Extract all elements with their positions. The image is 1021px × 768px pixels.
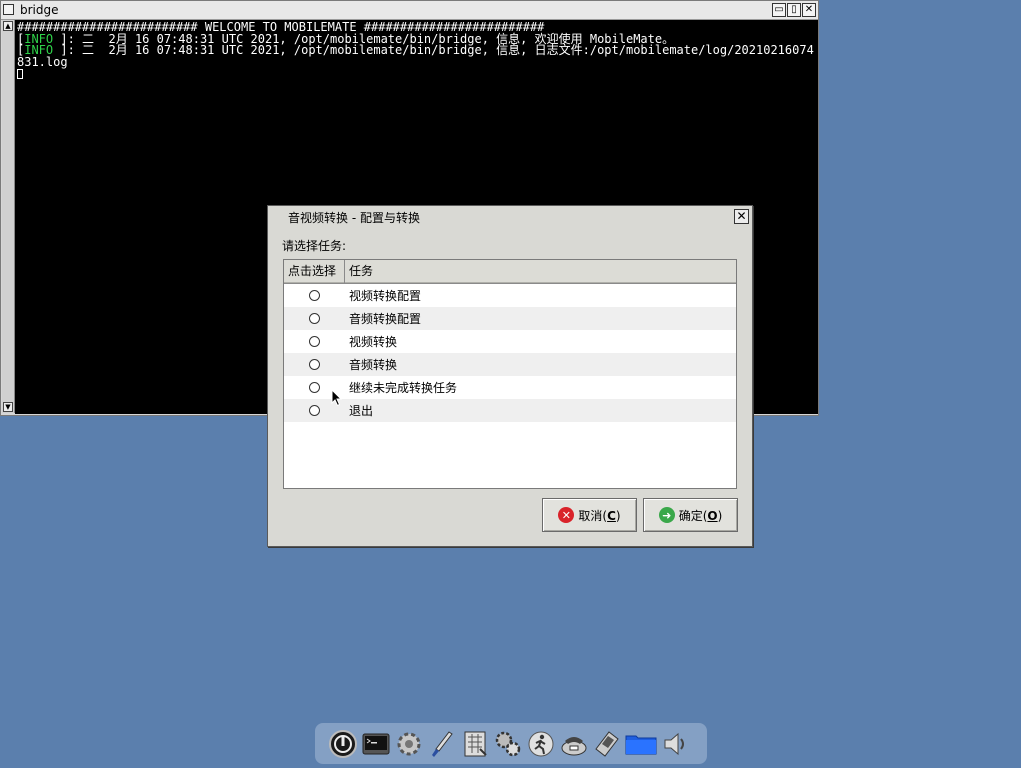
column-header-select[interactable]: 点击选择 [284,260,345,283]
dialog-prompt: 请选择任务: [282,239,347,253]
terminal-log-line: [INFO ]: 二 2月 16 07:48:31 UTC 2021, /opt… [17,43,816,69]
terminal-icon[interactable] [360,728,391,759]
mobile-phone-icon[interactable] [591,728,622,759]
brush-icon[interactable] [426,728,457,759]
task-row[interactable]: 视频转换 [284,330,736,353]
task-label: 音频转换 [349,358,398,372]
task-radio[interactable] [309,290,320,301]
dialog-title: 音视频转换 - 配置与转换 [288,211,420,225]
terminal-scrollbar[interactable]: ▲ ▼ [2,20,15,413]
task-row[interactable]: 退出 [284,399,736,422]
radio-cell [284,313,345,324]
task-row[interactable]: 视频转换配置 [284,284,736,307]
dialog-titlebar[interactable]: 音视频转换 - 配置与转换 ✕ [268,206,752,227]
log-message: ]: 二 2月 16 07:48:31 UTC 2021, /opt/mobil… [17,43,814,69]
task-list-header: 点击选择 任务 [284,260,736,284]
folder-icon[interactable] [624,728,658,759]
gears-icon[interactable] [492,728,523,759]
settings-gear-icon[interactable] [393,728,424,759]
task-dialog: 音视频转换 - 配置与转换 ✕ 请选择任务: 点击选择 任务 视频转换配置 音频… [267,205,753,547]
maximize-button[interactable]: ▯ [787,3,801,17]
speaker-icon[interactable] [660,728,691,759]
ok-label: 确定(O) [678,508,723,523]
radio-cell [284,359,345,370]
cancel-mnemonic: C [607,508,616,523]
mouse-pointer-icon [331,389,343,407]
task-row[interactable]: 音频转换 [284,353,736,376]
taskbar-dock [315,723,707,764]
run-icon[interactable] [525,728,556,759]
terminal-titlebar[interactable]: bridge ▭ ▯ ✕ [1,1,818,20]
task-label: 退出 [349,404,374,418]
cancel-label: 取消(C) [578,508,621,523]
cancel-button[interactable]: ✕ 取消(C) [542,498,637,532]
task-radio[interactable] [309,359,320,370]
radio-cell [284,290,345,301]
task-radio[interactable] [309,313,320,324]
task-label: 音频转换配置 [349,312,422,326]
task-row[interactable]: 音频转换配置 [284,307,736,330]
scroll-down-arrow-icon[interactable]: ▼ [3,402,13,412]
window-controls: ▭ ▯ ✕ [772,3,816,17]
task-row[interactable]: 继续未完成转换任务 [284,376,736,399]
close-button[interactable]: ✕ [802,3,816,17]
power-icon[interactable] [327,728,358,759]
ok-button[interactable]: ➜ 确定(O) [643,498,738,532]
cancel-icon: ✕ [558,507,575,523]
terminal-prompt-line [17,68,816,80]
column-header-task[interactable]: 任务 [345,260,736,283]
task-radio[interactable] [309,382,320,393]
task-label: 视频转换配置 [349,289,422,303]
calculator-icon[interactable] [459,728,490,759]
minimize-button[interactable]: ▭ [772,3,786,17]
task-radio[interactable] [309,336,320,347]
window-menu-icon[interactable] [3,4,14,15]
dialog-close-button[interactable]: ✕ [734,209,749,224]
task-label: 视频转换 [349,335,398,349]
radio-cell [284,336,345,347]
ok-mnemonic: O [707,508,718,523]
phone-icon[interactable] [558,728,589,759]
task-radio[interactable] [309,405,320,416]
task-list: 点击选择 任务 视频转换配置 音频转换配置 视频转换 音频转换 继续未完成转换任… [283,259,737,489]
scroll-up-arrow-icon[interactable]: ▲ [3,21,13,31]
ok-arrow-icon: ➜ [658,507,675,523]
terminal-title: bridge [20,3,59,17]
task-label: 继续未完成转换任务 [349,381,458,395]
text-cursor [17,68,23,79]
